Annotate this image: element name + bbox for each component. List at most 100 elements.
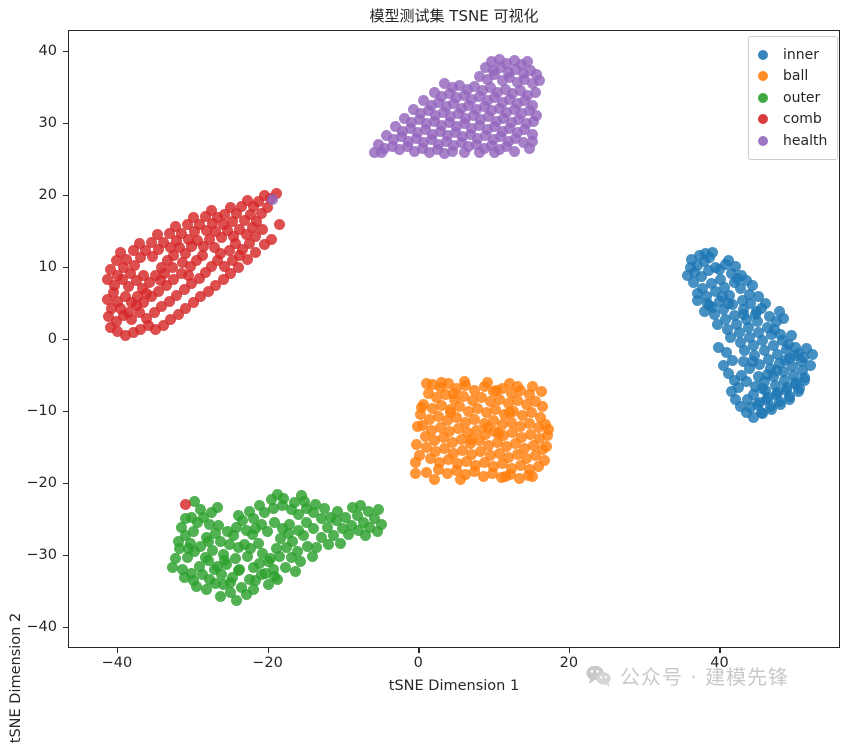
y-tick-mark <box>63 411 68 413</box>
scatter-point-ball <box>526 471 538 483</box>
y-tick-mark <box>63 194 68 197</box>
scatter-point-outer <box>202 536 214 548</box>
scatter-point-health <box>489 147 501 159</box>
scatter-point-outer <box>293 524 305 536</box>
scatter-point-ball <box>543 423 555 435</box>
x-tick-label: −20 <box>252 655 283 671</box>
legend-marker-icon <box>758 114 768 125</box>
y-tick-label: −40 <box>26 619 57 636</box>
legend-item-inner[interactable]: inner <box>758 44 827 66</box>
wechat-icon <box>586 665 611 687</box>
watermark: 公众号 · 建模先锋 <box>586 661 789 690</box>
legend-marker-icon <box>758 92 768 103</box>
scatter-point-health <box>473 147 485 159</box>
scatter-point-outer <box>229 553 241 565</box>
scatter-point-outer <box>225 576 237 588</box>
legend-item-health[interactable]: health <box>758 130 827 152</box>
scatter-point-outer <box>290 566 302 578</box>
scatter-point-ball <box>409 456 421 468</box>
scatter-point-comb <box>104 321 116 333</box>
scatter-point-outer <box>172 536 184 548</box>
scatter-point-ball <box>541 441 552 453</box>
scatter-point-outer <box>373 504 385 516</box>
scatter-point-ball <box>526 380 538 392</box>
scatter-point-ball <box>490 384 502 396</box>
y-tick-mark <box>63 339 68 341</box>
scatter-point-health <box>266 194 278 206</box>
x-tick-label: 40 <box>710 655 729 671</box>
scatter-point-health <box>534 75 546 87</box>
scatter-point-outer <box>323 539 335 551</box>
y-tick-label: 30 <box>38 114 57 131</box>
y-tick-mark <box>63 483 68 485</box>
x-tick-mark <box>719 648 721 653</box>
legend-item-label: inner <box>783 46 820 63</box>
scatter-point-outer <box>255 569 267 581</box>
scatter-point-inner <box>752 370 764 382</box>
scatter-point-ball <box>537 401 549 413</box>
scatter-point-ball <box>533 461 545 473</box>
scatter-point-inner <box>722 298 734 310</box>
scatter-point-inner <box>751 305 763 317</box>
scatter-point-ball <box>447 387 459 399</box>
x-tick-mark <box>418 648 420 653</box>
page-title: 模型测试集 TSNE 可视化 <box>369 7 539 25</box>
scatter-point-ball <box>445 406 457 418</box>
scatter-point-ball <box>492 428 504 440</box>
scatter-point-ball <box>481 422 493 434</box>
scatter-point-outer <box>166 562 178 574</box>
scatter-point-outer <box>178 572 190 584</box>
scatter-point-health <box>446 145 458 157</box>
legend-item-label: health <box>783 132 828 149</box>
legend-item-ball[interactable]: ball <box>758 66 827 88</box>
scatter-points-layer <box>69 31 839 647</box>
scatter-point-ball <box>511 380 523 392</box>
legend-item-comb[interactable]: comb <box>758 109 827 131</box>
scatter-point-health <box>526 135 538 147</box>
y-tick-mark <box>63 627 68 629</box>
scatter-point-inner <box>702 265 714 277</box>
scatter-point-health <box>458 147 470 159</box>
scatter-point-outer <box>309 498 321 510</box>
scatter-point-outer <box>269 570 281 582</box>
scatter-point-comb <box>232 262 244 274</box>
scatter-point-comb <box>273 219 285 231</box>
scatter-point-outer <box>245 543 256 555</box>
scatter-point-outer <box>279 562 291 574</box>
scatter-point-inner <box>687 276 699 288</box>
tsne-scatter-figure: 模型测试集 TSNE 可视化 tSNE Dimension 1 tSNE Dim… <box>0 0 852 743</box>
legend-marker-icon <box>758 135 768 146</box>
scatter-point-inner <box>737 308 749 320</box>
scatter-point-outer <box>342 528 354 540</box>
y-tick-label: −30 <box>26 547 57 564</box>
legend: inner ball outer comb health <box>748 36 839 160</box>
scatter-point-health <box>528 115 540 127</box>
watermark-text: 公众号 · 建模先锋 <box>620 665 790 689</box>
scatter-point-comb <box>266 233 278 245</box>
plot-area <box>68 30 840 648</box>
y-tick-mark <box>63 122 68 125</box>
scatter-point-inner <box>806 348 818 360</box>
legend-item-label: ball <box>783 68 809 85</box>
scatter-point-inner <box>778 312 790 324</box>
scatter-point-outer <box>335 537 347 549</box>
legend-marker-icon <box>758 49 768 60</box>
scatter-point-ball <box>481 377 493 388</box>
scatter-point-outer <box>232 564 244 576</box>
y-tick-label: −10 <box>26 403 57 420</box>
y-tick-label: 40 <box>38 42 57 59</box>
scatter-point-ball <box>410 438 422 450</box>
scatter-point-ball <box>409 468 421 480</box>
x-tick-mark <box>267 648 269 653</box>
scatter-point-outer <box>204 573 216 585</box>
scatter-point-inner <box>746 280 758 292</box>
scatter-point-inner <box>760 393 772 405</box>
scatter-point-outer <box>211 501 223 513</box>
scatter-point-outer <box>211 560 223 572</box>
scatter-point-outer <box>248 583 260 595</box>
legend-item-label: comb <box>783 111 822 128</box>
y-tick-mark <box>63 50 68 53</box>
scatter-point-health <box>376 147 388 159</box>
y-tick-label: 0 <box>47 331 57 347</box>
legend-item-outer[interactable]: outer <box>758 87 827 109</box>
